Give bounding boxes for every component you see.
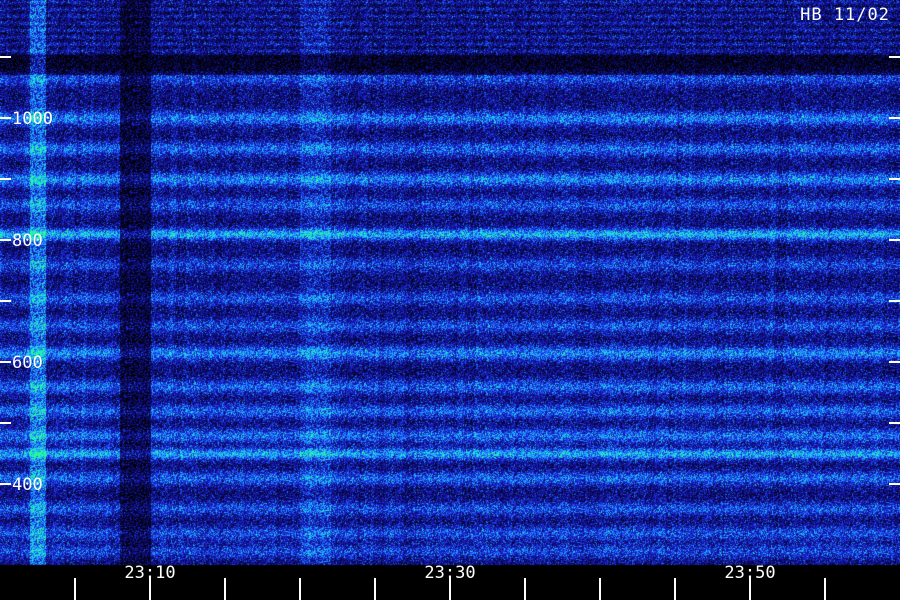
chart-title: HB 11/02 (800, 5, 890, 25)
spectrogram-plot (0, 0, 900, 600)
